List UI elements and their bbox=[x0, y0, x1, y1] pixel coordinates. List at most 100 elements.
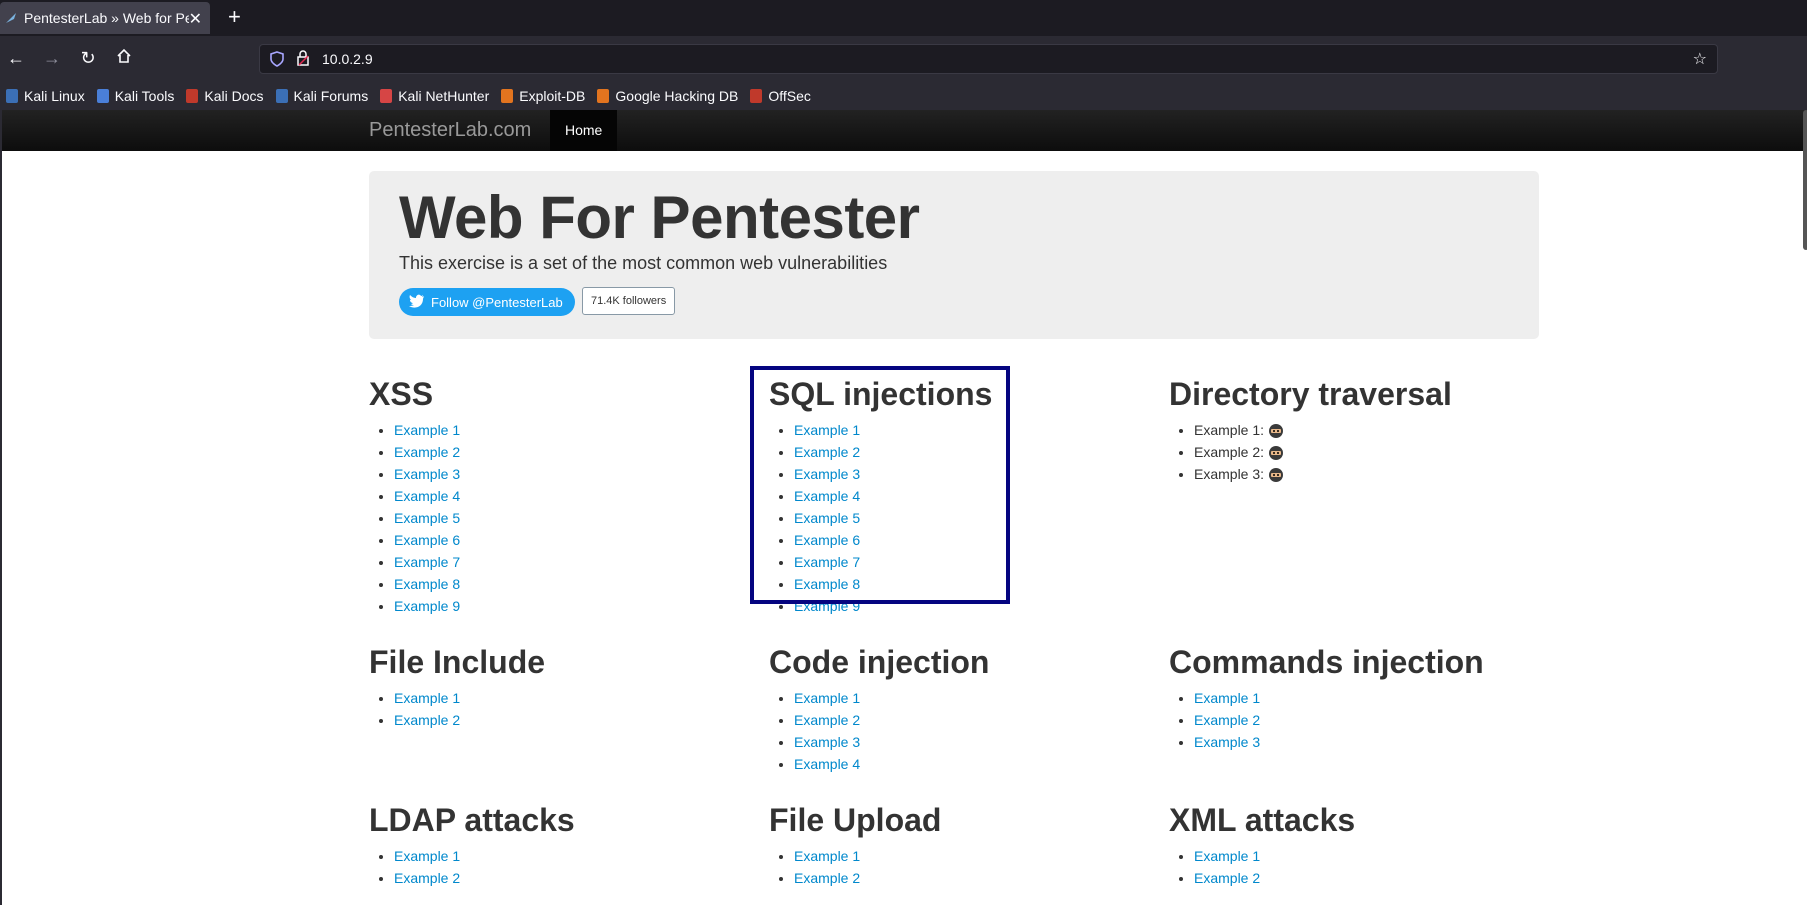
example-link[interactable]: Example 3 bbox=[394, 466, 460, 482]
section-title: XSS bbox=[369, 376, 434, 412]
list-item: Example 3 bbox=[1194, 731, 1549, 753]
new-tab-icon[interactable]: + bbox=[228, 4, 241, 30]
example-link[interactable]: Example 1 bbox=[394, 848, 460, 864]
example-link[interactable]: Example 1 bbox=[794, 848, 860, 864]
scrollbar[interactable] bbox=[1803, 110, 1807, 250]
example-link[interactable]: Example 5 bbox=[394, 510, 460, 526]
list-item: Example 3 bbox=[394, 463, 749, 485]
example-list: Example 1 Example 2 bbox=[369, 845, 749, 889]
section-directory-traversal: Directory traversal Example 1: Example 2:… bbox=[1169, 376, 1549, 485]
list-item: Example 1 bbox=[394, 687, 749, 709]
home-icon[interactable] bbox=[112, 46, 136, 70]
bookmark-item[interactable]: Kali NetHunter bbox=[380, 88, 489, 104]
example-list: Example 1: Example 2: Example 3: bbox=[1169, 419, 1549, 485]
list-item: Example 1 bbox=[394, 419, 749, 441]
list-item: Example 1: bbox=[1194, 419, 1549, 441]
example-link[interactable]: Example 2 bbox=[794, 870, 860, 886]
list-item: Example 1 bbox=[794, 687, 1149, 709]
bookmark-item[interactable]: Kali Forums bbox=[275, 88, 369, 104]
example-link[interactable]: Example 2 bbox=[1194, 712, 1260, 728]
browser-tab[interactable]: PentesterLab » Web for Pe ✕ bbox=[0, 2, 210, 34]
list-item: Example 2: bbox=[1194, 441, 1549, 463]
example-link[interactable]: Example 2 bbox=[1194, 870, 1260, 886]
section-xml-attacks: XML attacks Example 1 Example 2 bbox=[1169, 802, 1549, 889]
followers-count[interactable]: 71.4K followers bbox=[582, 287, 676, 315]
highlight-box bbox=[750, 366, 1010, 604]
bookmark-label: OffSec bbox=[768, 88, 811, 104]
example-link[interactable]: Example 1 bbox=[394, 690, 460, 706]
section-title: LDAP attacks bbox=[369, 802, 575, 838]
example-link[interactable]: Example 8 bbox=[394, 576, 460, 592]
bookmark-label: Kali NetHunter bbox=[398, 88, 490, 104]
list-item: Example 4 bbox=[394, 485, 749, 507]
bookmark-item[interactable]: Google Hacking DB bbox=[597, 88, 738, 104]
example-link[interactable]: Example 1 bbox=[1194, 848, 1260, 864]
section-title: Code injection bbox=[769, 644, 990, 680]
list-item: Example 8 bbox=[394, 573, 749, 595]
example-list: Example 1 Example 2 bbox=[769, 845, 1149, 889]
section-code-injection: Code injection Example 1 Example 2 Example… bbox=[769, 644, 1149, 775]
bookmark-icon bbox=[96, 89, 109, 103]
example-link[interactable]: Example 2 bbox=[394, 870, 460, 886]
bookmark-label: Kali Linux bbox=[24, 88, 85, 104]
web-page: PentesterLab.com Home Web For Pentester … bbox=[0, 110, 1807, 905]
bookmark-label: Kali Tools bbox=[114, 88, 175, 104]
list-item: Example 2 bbox=[394, 709, 749, 731]
list-item: Example 1 bbox=[1194, 687, 1549, 709]
bookmark-item[interactable]: Exploit-DB bbox=[501, 88, 585, 104]
example-link[interactable]: Example 7 bbox=[394, 554, 460, 570]
twitter-follow-button[interactable]: Follow @PentesterLab bbox=[399, 288, 575, 316]
reload-icon[interactable]: ↻ bbox=[76, 46, 100, 70]
example-label: Example 3: bbox=[1194, 466, 1265, 482]
list-item: Example 6 bbox=[394, 529, 749, 551]
bookmark-icon bbox=[380, 89, 393, 103]
example-link[interactable]: Example 4 bbox=[394, 488, 460, 504]
page-title: Web For Pentester bbox=[399, 184, 920, 251]
example-link[interactable]: Example 1 bbox=[1194, 690, 1260, 706]
address-bar[interactable]: 10.0.2.9 ☆ bbox=[259, 44, 1718, 74]
example-link[interactable]: Example 4 bbox=[794, 756, 860, 772]
bookmark-icon bbox=[275, 89, 288, 103]
example-link[interactable]: Example 1 bbox=[794, 690, 860, 706]
nav-home-link[interactable]: Home bbox=[550, 110, 618, 151]
bookmark-star-icon[interactable]: ☆ bbox=[1693, 49, 1707, 69]
example-link[interactable]: Example 9 bbox=[394, 598, 460, 614]
bookmark-icon bbox=[750, 89, 763, 103]
bookmark-item[interactable]: Kali Docs bbox=[186, 88, 264, 104]
tab-title: PentesterLab » Web for Pe bbox=[24, 10, 189, 26]
example-link[interactable]: Example 1 bbox=[394, 422, 460, 438]
tab-strip: PentesterLab » Web for Pe ✕ + bbox=[0, 0, 1807, 36]
bookmarks-toolbar: Kali Linux Kali Tools Kali Docs Kali Forums… bbox=[0, 82, 1807, 110]
site-navbar: PentesterLab.com Home bbox=[2, 110, 1807, 151]
shield-icon[interactable] bbox=[270, 51, 284, 72]
site-brand[interactable]: PentesterLab.com bbox=[369, 119, 531, 142]
bookmark-item[interactable]: Kali Linux bbox=[6, 88, 85, 104]
bookmark-label: Kali Forums bbox=[293, 88, 369, 104]
section-title: XML attacks bbox=[1169, 802, 1356, 838]
example-link[interactable]: Example 3 bbox=[794, 734, 860, 750]
example-link[interactable]: Example 2 bbox=[794, 712, 860, 728]
list-item: Example 4 bbox=[794, 753, 1149, 775]
list-item: Example 2 bbox=[794, 867, 1149, 889]
example-link[interactable]: Example 2 bbox=[394, 712, 460, 728]
list-item: Example 5 bbox=[394, 507, 749, 529]
section-ldap-attacks: LDAP attacks Example 1 Example 2 bbox=[369, 802, 749, 889]
list-item: Example 3: bbox=[1194, 463, 1549, 485]
example-link[interactable]: Example 3 bbox=[1194, 734, 1260, 750]
bookmark-item[interactable]: Kali Tools bbox=[96, 88, 175, 104]
close-tab-icon[interactable]: ✕ bbox=[189, 9, 202, 29]
forward-icon[interactable]: → bbox=[40, 46, 64, 70]
example-link[interactable]: Example 6 bbox=[394, 532, 460, 548]
bookmark-item[interactable]: OffSec bbox=[750, 88, 811, 104]
section-title: File Include bbox=[369, 644, 546, 680]
list-item: Example 1 bbox=[394, 845, 749, 867]
example-list: Example 1 Example 2 Example 3 Example 4 Exam… bbox=[369, 419, 749, 617]
list-item: Example 1 bbox=[1194, 845, 1549, 867]
lock-icon[interactable] bbox=[296, 50, 310, 71]
twitter-bird-icon bbox=[409, 294, 425, 311]
list-item: Example 2 bbox=[394, 867, 749, 889]
back-icon[interactable]: ← bbox=[4, 46, 28, 70]
example-link[interactable]: Example 2 bbox=[394, 444, 460, 460]
url-text: 10.0.2.9 bbox=[322, 51, 373, 67]
bookmark-icon bbox=[6, 89, 18, 103]
